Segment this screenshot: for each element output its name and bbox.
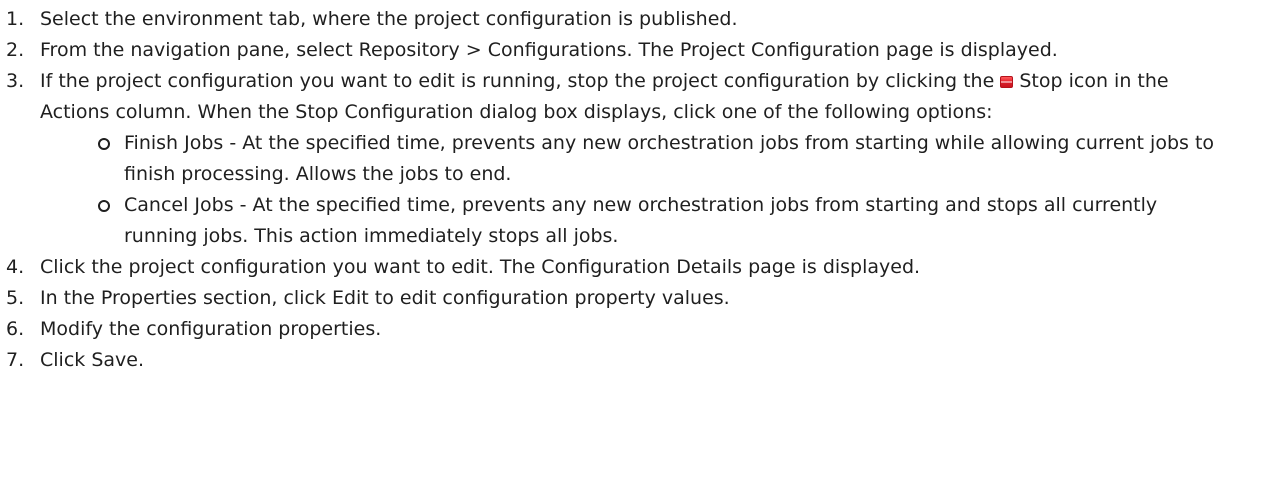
circle-bullet-icon (98, 200, 110, 212)
step-text: Select the environment tab, where the pr… (40, 8, 738, 30)
step-2: 2. From the navigation pane, select Repo… (6, 35, 1220, 66)
option-text: Cancel Jobs - At the specified time, pre… (124, 194, 1158, 247)
stop-icon (1000, 76, 1014, 88)
step-number: 6. (6, 318, 25, 340)
step-3: 3. If the project configuration you want… (6, 66, 1220, 252)
step-number: 2. (6, 39, 25, 61)
option-text: Finish Jobs - At the specified time, pre… (124, 132, 1215, 185)
instructions-document: 1. Select the environment tab, where the… (0, 0, 1264, 498)
circle-bullet-icon (98, 138, 110, 150)
step-number: 1. (6, 8, 25, 30)
option-cancel-jobs: Cancel Jobs - At the specified time, pre… (40, 190, 1224, 252)
step-5: 5. In the Properties section, click Edit… (6, 283, 1220, 314)
option-finish-jobs: Finish Jobs - At the specified time, pre… (40, 128, 1224, 190)
step-text: Click the project configuration you want… (40, 256, 921, 278)
step-text: Click Save. (40, 349, 144, 371)
step-number: 4. (6, 256, 25, 278)
step-text-before-icon: If the project configuration you want to… (40, 70, 995, 92)
step-1: 1. Select the environment tab, where the… (6, 4, 1220, 35)
step-text: In the Properties section, click Edit to… (40, 287, 730, 309)
step-text: Modify the configuration properties. (40, 318, 382, 340)
step-number: 5. (6, 287, 25, 309)
step-number: 7. (6, 349, 25, 371)
step-text: From the navigation pane, select Reposit… (40, 39, 1058, 61)
steps-list: 1. Select the environment tab, where the… (6, 4, 1264, 376)
step-4: 4. Click the project configuration you w… (6, 252, 1220, 283)
step-6: 6. Modify the configuration properties. (6, 314, 1220, 345)
step-number: 3. (6, 70, 25, 92)
stop-options-list: Finish Jobs - At the specified time, pre… (40, 128, 1220, 252)
step-7: 7. Click Save. (6, 345, 1220, 376)
